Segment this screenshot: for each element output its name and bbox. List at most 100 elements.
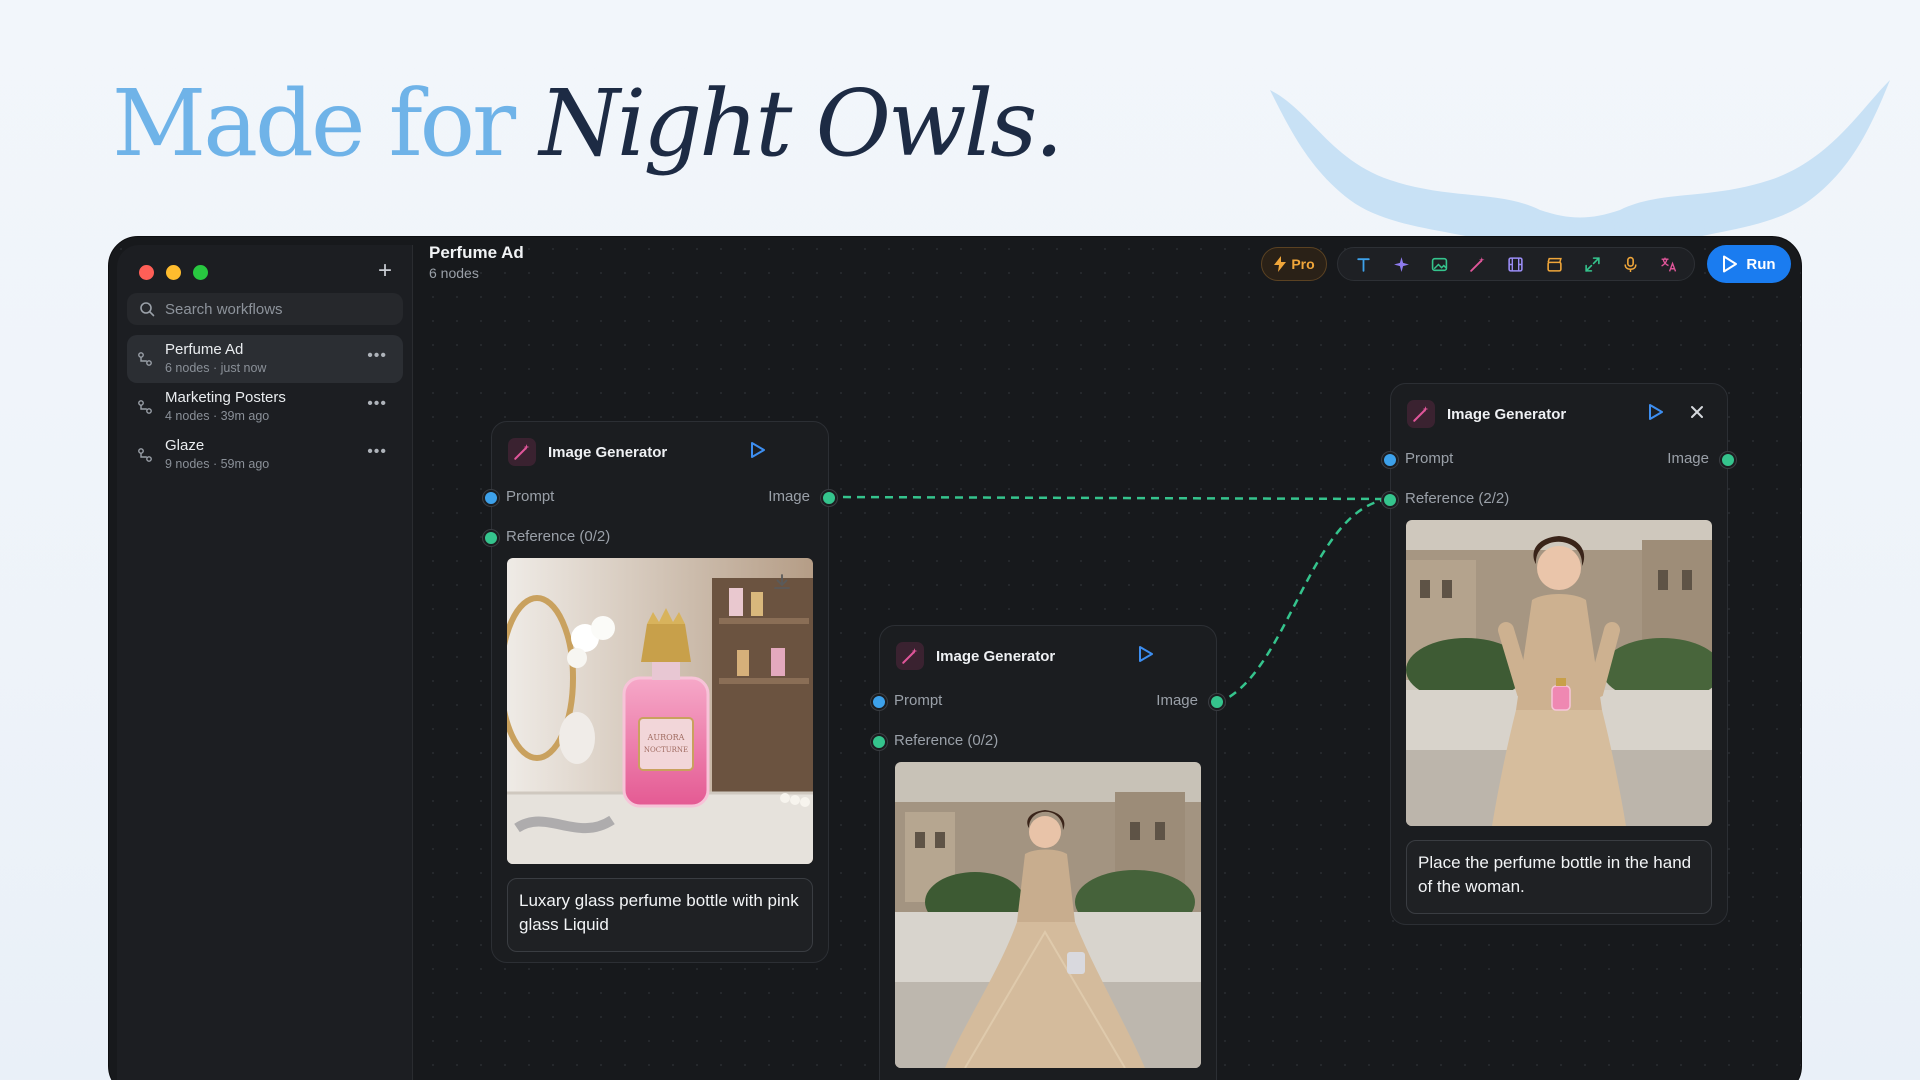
hero-heading: Made for Night Owls. xyxy=(112,78,1064,170)
image-generator-node-3[interactable]: Image Generator Prompt Image Reference (… xyxy=(1382,383,1736,925)
image-tool[interactable] xyxy=(1426,250,1454,278)
reference-input-port[interactable] xyxy=(483,530,499,546)
prompt-input-port[interactable] xyxy=(1382,452,1398,468)
new-workflow-button[interactable]: + xyxy=(372,259,398,285)
prompt-input-label: Prompt xyxy=(506,488,555,505)
image-icon xyxy=(1431,257,1448,271)
mic-icon xyxy=(1624,256,1637,272)
upscale-tool[interactable] xyxy=(1578,250,1606,278)
node-title: Image Generator xyxy=(1447,405,1567,423)
wand-tool[interactable] xyxy=(1464,250,1492,278)
reference-input-label: Reference (2/2) xyxy=(1405,490,1510,507)
download-icon[interactable] xyxy=(772,572,792,592)
node-header: Image Generator xyxy=(1407,400,1566,428)
prompt-text-box[interactable]: Place the perfume bottle in the hand of … xyxy=(1406,840,1712,914)
generated-image-woman[interactable] xyxy=(895,762,1201,1068)
node-toolbar xyxy=(1337,247,1695,281)
workflow-icon xyxy=(138,400,152,414)
run-node-button[interactable] xyxy=(747,440,767,460)
wand-icon xyxy=(1470,256,1485,272)
hero-emphasis: Night Owls. xyxy=(539,70,1063,177)
node-icon xyxy=(1407,400,1435,428)
prompt-text-box[interactable]: Luxary glass perfume bottle with pink gl… xyxy=(507,878,813,952)
film-icon xyxy=(1508,256,1524,272)
image-output-label: Image xyxy=(768,488,810,505)
sparkle-icon xyxy=(1393,256,1409,272)
run-node-button[interactable] xyxy=(1135,644,1155,664)
more-options-icon[interactable]: ••• xyxy=(367,395,387,413)
node-icon xyxy=(896,642,924,670)
hero-lead: Made for xyxy=(112,70,540,177)
woman-holding-perfume-image xyxy=(1406,520,1712,826)
workflow-list: Perfume Ad 6 nodes · just now ••• Market… xyxy=(127,335,403,479)
text-icon xyxy=(1356,257,1370,272)
translate-icon xyxy=(1661,257,1677,272)
text-tool[interactable] xyxy=(1349,250,1377,278)
owl-wings-illustration xyxy=(1270,80,1890,245)
pro-label: Pro xyxy=(1291,256,1315,272)
search-icon xyxy=(140,302,155,317)
prompt-input-port[interactable] xyxy=(871,694,887,710)
workflow-icon xyxy=(138,352,152,366)
clapper-tool[interactable] xyxy=(1540,250,1568,278)
maximize-window-button[interactable] xyxy=(193,265,208,280)
node-title: Image Generator xyxy=(548,443,668,461)
image-output-port[interactable] xyxy=(1209,694,1225,710)
reference-input-port[interactable] xyxy=(1382,492,1398,508)
app-window: + Perfume Ad 6 nodes · just now ••• Mark… xyxy=(108,236,1802,1080)
prompt-input-label: Prompt xyxy=(894,692,943,709)
minimize-window-button[interactable] xyxy=(166,265,181,280)
video-tool[interactable] xyxy=(1502,250,1530,278)
audio-tool[interactable] xyxy=(1617,250,1645,278)
generated-image-perfume[interactable]: AURORA NOCTURNE xyxy=(507,558,813,864)
run-label: Run xyxy=(1746,255,1776,273)
wand-icon xyxy=(902,648,918,664)
image-generator-node-1[interactable]: Image Generator Prompt Image Reference (… xyxy=(483,421,837,963)
reference-input-label: Reference (0/2) xyxy=(506,528,611,545)
image-generator-node-2[interactable]: Image Generator Prompt Image Reference (… xyxy=(871,625,1225,1080)
prompt-input-port[interactable] xyxy=(483,490,499,506)
perfume-bottle-image: AURORA NOCTURNE xyxy=(507,558,813,864)
clapper-icon xyxy=(1547,257,1562,272)
node-header: Image Generator xyxy=(896,642,1055,670)
wand-icon xyxy=(1413,406,1429,422)
document-subtitle: 6 nodes xyxy=(429,265,479,281)
woman-in-gown-image xyxy=(895,762,1201,1068)
wire-node1-to-node3 xyxy=(828,495,1391,501)
document-title: Perfume Ad xyxy=(429,243,524,262)
more-options-icon[interactable]: ••• xyxy=(367,347,387,365)
prompt-input-label: Prompt xyxy=(1405,450,1454,467)
play-icon xyxy=(1723,255,1738,273)
reference-input-label: Reference (0/2) xyxy=(894,732,999,749)
sidebar: + Perfume Ad 6 nodes · just now ••• Mark… xyxy=(117,245,413,1080)
search-input[interactable] xyxy=(165,300,395,318)
wire-node2-to-node3 xyxy=(1216,497,1391,705)
window-controls xyxy=(139,265,208,280)
workflow-icon xyxy=(138,448,152,462)
node-title: Image Generator xyxy=(936,647,1056,665)
close-window-button[interactable] xyxy=(139,265,154,280)
svg-text:AURORA: AURORA xyxy=(647,733,685,742)
sparkle-tool[interactable] xyxy=(1387,250,1415,278)
svg-text:NOCTURNE: NOCTURNE xyxy=(644,746,688,754)
image-output-port[interactable] xyxy=(821,490,837,506)
workflow-item-marketing-posters[interactable]: Marketing Posters 4 nodes · 39m ago ••• xyxy=(127,383,403,431)
image-output-label: Image xyxy=(1667,450,1709,467)
run-button[interactable]: Run xyxy=(1707,245,1791,283)
run-node-button[interactable] xyxy=(1645,402,1665,422)
wand-icon xyxy=(514,444,530,460)
workflow-item-perfume-ad[interactable]: Perfume Ad 6 nodes · just now ••• xyxy=(127,335,403,383)
generated-image-woman-with-perfume[interactable] xyxy=(1406,520,1712,826)
pro-button[interactable]: Pro xyxy=(1261,247,1327,281)
translate-tool[interactable] xyxy=(1655,250,1683,278)
node-header: Image Generator xyxy=(508,438,667,466)
workflow-item-glaze[interactable]: Glaze 9 nodes · 59m ago ••• xyxy=(127,431,403,479)
node-icon xyxy=(508,438,536,466)
lightning-icon xyxy=(1274,256,1287,272)
more-options-icon[interactable]: ••• xyxy=(367,443,387,461)
image-output-port[interactable] xyxy=(1720,452,1736,468)
close-node-icon[interactable] xyxy=(1687,402,1707,422)
image-output-label: Image xyxy=(1156,692,1198,709)
reference-input-port[interactable] xyxy=(871,734,887,750)
expand-icon xyxy=(1585,256,1600,272)
